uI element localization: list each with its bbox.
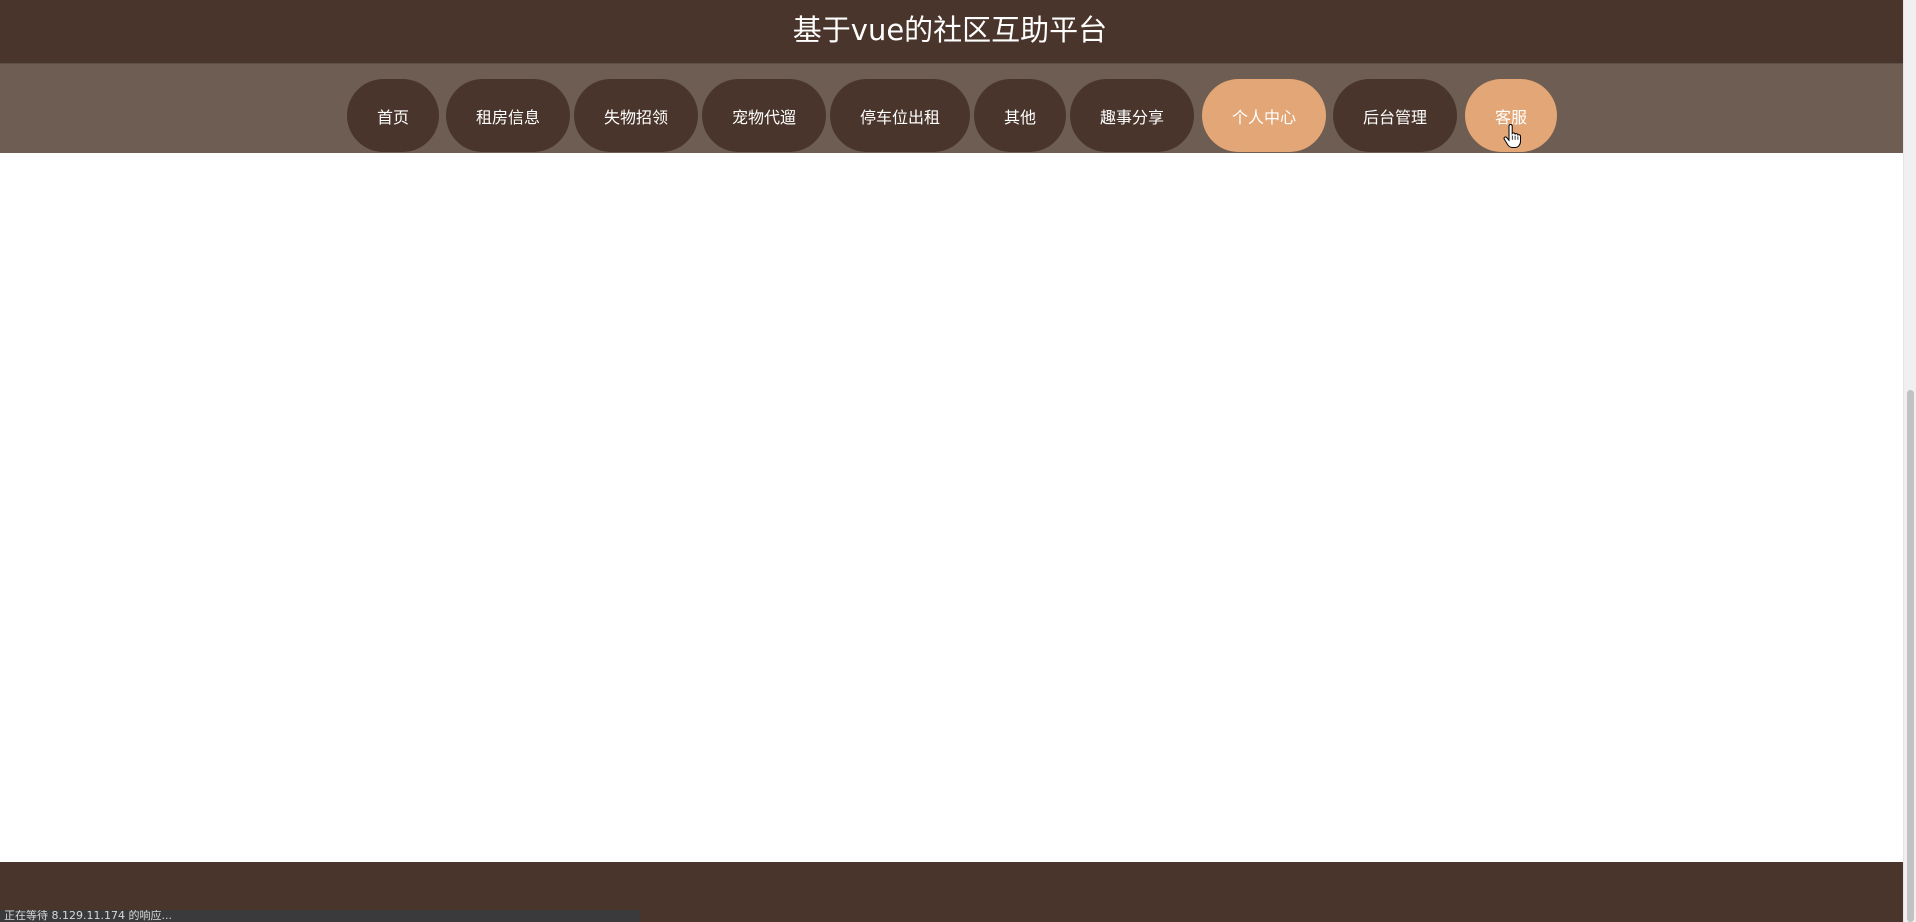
header-bar: 基于vue的社区互助平台 [0, 0, 1903, 63]
vertical-scrollbar[interactable] [1903, 0, 1916, 922]
scrollbar-thumb[interactable] [1907, 390, 1914, 922]
nav-item-personal-center[interactable]: 个人中心 [1202, 79, 1326, 152]
nav-item-parking-rental[interactable]: 停车位出租 [830, 79, 970, 152]
nav-item-lost-and-found[interactable]: 失物招领 [574, 79, 698, 152]
nav-item-other[interactable]: 其他 [974, 79, 1066, 152]
site-title: 基于vue的社区互助平台 [792, 13, 1108, 47]
nav-item-home[interactable]: 首页 [347, 79, 439, 152]
main-content-area: 基于vue的社区互助平台 首页 租房信息 失物招领 宠物代遛 停车位出租 其他 … [0, 0, 1903, 922]
browser-status-bar: 正在等待 8.129.11.174 的响应... [0, 910, 640, 922]
nav-item-admin[interactable]: 后台管理 [1333, 79, 1457, 152]
main-nav: 首页 租房信息 失物招领 宠物代遛 停车位出租 其他 趣事分享 个人中心 后台管… [0, 63, 1903, 153]
nav-item-customer-service[interactable]: 客服 [1465, 79, 1557, 152]
nav-item-rental-info[interactable]: 租房信息 [446, 79, 570, 152]
nav-item-fun-sharing[interactable]: 趣事分享 [1070, 79, 1194, 152]
nav-item-pet-walking[interactable]: 宠物代遛 [702, 79, 826, 152]
page: 基于vue的社区互助平台 首页 租房信息 失物招领 宠物代遛 停车位出租 其他 … [0, 0, 1916, 922]
